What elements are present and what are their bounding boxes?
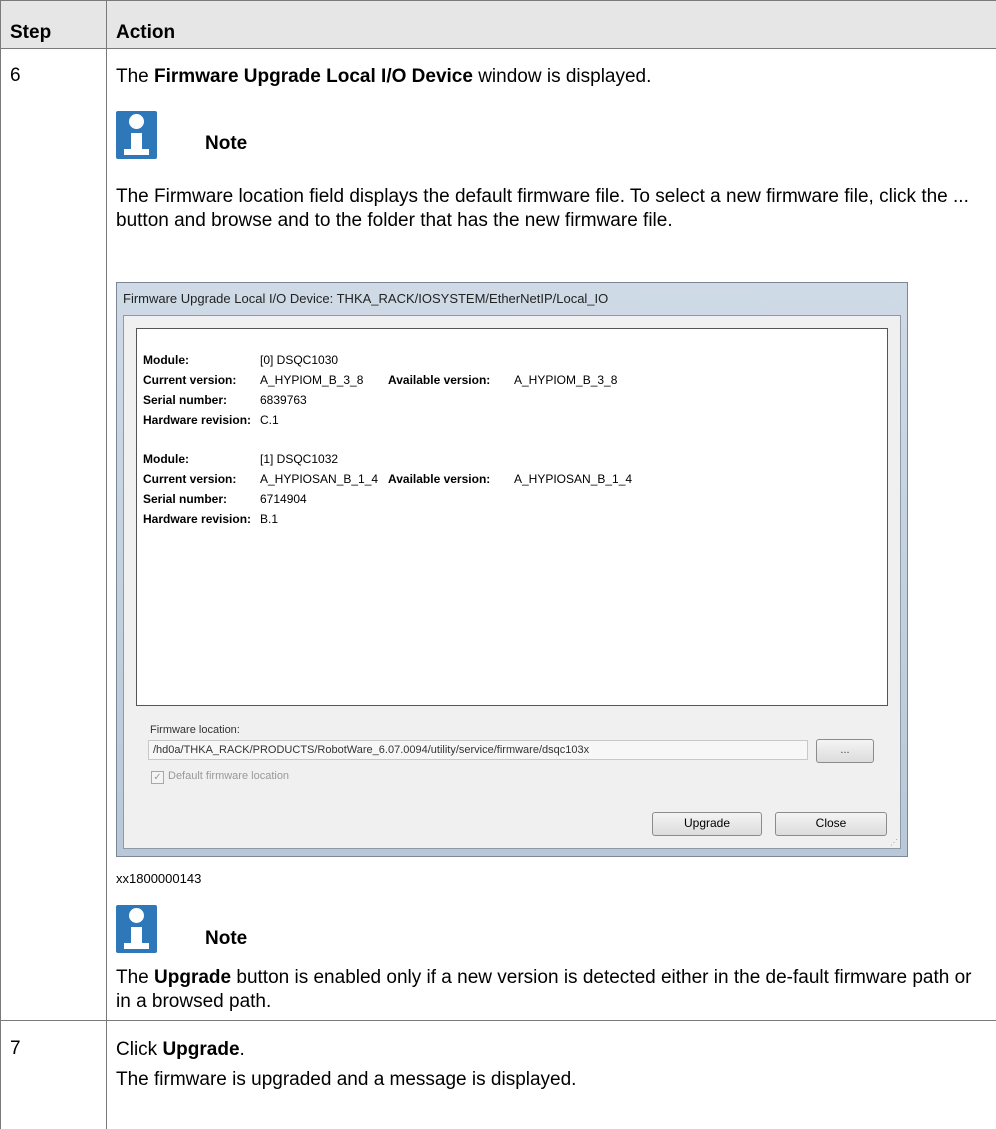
- intro-text: The: [116, 66, 155, 87]
- step6-intro: The Firmware Upgrade Local I/O Device wi…: [116, 65, 986, 89]
- intro-bold-window-name: Firmware Upgrade Local I/O Device: [154, 66, 473, 87]
- step7-period: .: [239, 1039, 245, 1060]
- figure-caption: xx1800000143: [116, 871, 202, 886]
- browse-button[interactable]: ...: [816, 739, 874, 763]
- hardware-label: Hardware revision:: [143, 512, 252, 526]
- note-label: Note: [205, 928, 248, 949]
- table-column-divider: [106, 0, 107, 1129]
- firmware-upgrade-dialog: Firmware Upgrade Local I/O Device: THKA_…: [116, 282, 908, 857]
- serial-label: Serial number:: [143, 492, 228, 506]
- firmware-location-label: Firmware location:: [150, 724, 240, 736]
- hardware-value: B.1: [260, 512, 279, 526]
- hardware-label: Hardware revision:: [143, 413, 252, 427]
- current-version-label: Current version:: [143, 472, 237, 486]
- default-location-label: Default firmware location: [168, 770, 290, 782]
- serial-label: Serial number:: [143, 393, 228, 407]
- note2-text-end: button is enabled only if a new version …: [116, 967, 972, 1012]
- step7-bold-upgrade: Upgrade: [162, 1039, 240, 1060]
- table-border-left: [0, 0, 1, 1129]
- note2-text: The Upgrade button is enabled only if a …: [116, 966, 986, 1014]
- serial-value: 6839763: [260, 393, 307, 407]
- note-icon: [116, 111, 157, 159]
- module-info-panel: Module: [0] DSQC1030 Current version: A_…: [136, 328, 888, 706]
- current-version-row: Current version: A_HYPIOM_B_3_8 Availabl…: [137, 373, 877, 389]
- serial-row: Serial number: 6714904: [137, 492, 877, 508]
- hardware-row: Hardware revision: C.1: [137, 413, 877, 429]
- upgrade-button[interactable]: Upgrade: [652, 812, 762, 836]
- module-value: [1] DSQC1032: [260, 452, 339, 466]
- note-icon: [116, 905, 157, 953]
- dialog-title: Firmware Upgrade Local I/O Device: THKA_…: [123, 291, 609, 306]
- module-1-row: Module: [1] DSQC1032: [137, 452, 877, 468]
- step-number-7: 7: [10, 1038, 21, 1059]
- header-action: Action: [116, 22, 176, 43]
- table-row-divider: [0, 1020, 996, 1021]
- note-label: Note: [205, 133, 248, 154]
- available-version-value: A_HYPIOM_B_3_8: [514, 373, 618, 387]
- table-header-divider: [0, 48, 996, 49]
- header-step: Step: [10, 22, 52, 43]
- current-version-label: Current version:: [143, 373, 237, 387]
- serial-row: Serial number: 6839763: [137, 393, 877, 409]
- default-location-checkbox[interactable]: ✓: [151, 771, 164, 784]
- note2-text-start: The: [116, 967, 155, 988]
- serial-value: 6714904: [260, 492, 307, 506]
- step-number-6: 6: [10, 65, 21, 86]
- note2-bold-upgrade: Upgrade: [154, 967, 232, 988]
- module-0-row: Module: [0] DSQC1030: [137, 353, 877, 369]
- dialog-content: Module: [0] DSQC1030 Current version: A_…: [123, 315, 901, 849]
- table-border-top: [0, 0, 996, 1]
- firmware-location-field[interactable]: /hd0a/THKA_RACK/PRODUCTS/RobotWare_6.07.…: [148, 740, 808, 760]
- resize-grip-icon[interactable]: ⋰: [890, 838, 898, 847]
- note1-text: The Firmware location field displays the…: [116, 186, 969, 231]
- current-version-value: A_HYPIOSAN_B_1_4: [260, 472, 379, 486]
- current-version-row: Current version: A_HYPIOSAN_B_1_4 Availa…: [137, 472, 877, 488]
- step7-line2: The firmware is upgraded and a message i…: [116, 1069, 577, 1090]
- available-version-value: A_HYPIOSAN_B_1_4: [514, 472, 633, 486]
- available-version-label: Available version:: [388, 373, 491, 387]
- hardware-row: Hardware revision: B.1: [137, 512, 877, 528]
- step7-line1: Click Upgrade.: [116, 1038, 986, 1062]
- module-label: Module:: [143, 452, 189, 466]
- close-button[interactable]: Close: [775, 812, 887, 836]
- intro-text-end: window is displayed.: [472, 66, 652, 87]
- module-label: Module:: [143, 353, 189, 367]
- module-value: [0] DSQC1030: [260, 353, 339, 367]
- hardware-value: C.1: [260, 413, 279, 427]
- current-version-value: A_HYPIOM_B_3_8: [260, 373, 364, 387]
- available-version-label: Available version:: [388, 472, 491, 486]
- step7-text: Click: [116, 1039, 163, 1060]
